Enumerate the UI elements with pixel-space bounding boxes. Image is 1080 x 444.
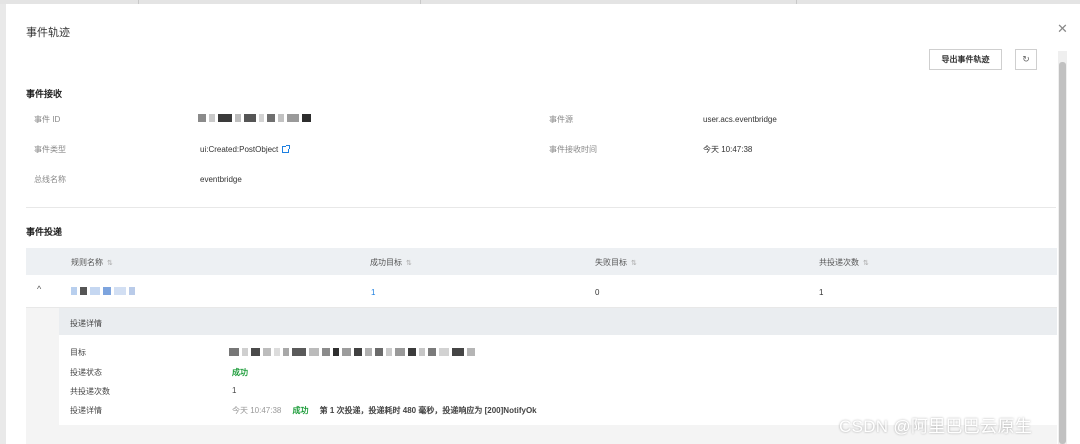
section-title-receive: 事件接收 <box>26 89 63 99</box>
event-source-label: 事件源 <box>549 115 573 124</box>
scrollbar[interactable] <box>1058 51 1067 444</box>
bus-name-value: eventbridge <box>200 175 242 184</box>
sort-icon[interactable]: ⇅ <box>631 260 637 267</box>
target-label: 目标 <box>70 348 86 357</box>
bus-name-label: 总线名称 <box>34 175 66 184</box>
section-divider <box>26 207 1056 208</box>
external-link-icon[interactable] <box>282 145 291 153</box>
detail-ms: 480 <box>402 406 417 415</box>
refresh-button[interactable]: ↻ <box>1015 49 1037 70</box>
count-value: 1 <box>232 386 237 395</box>
detail-time: 今天 10:47:38 <box>232 406 282 415</box>
delivery-detail-title: 投递详情 <box>70 319 102 328</box>
detail-status: 成功 <box>292 406 309 415</box>
success-target-count[interactable]: 1 <box>371 288 375 297</box>
status-label: 投递状态 <box>70 368 102 377</box>
event-trace-dialog: 事件轨迹 ✕ 导出事件轨迹 ↻ 事件接收 事件 ID 事件源 user.acs.… <box>6 4 1080 444</box>
chevron-up-icon[interactable]: ^ <box>37 284 41 294</box>
failed-target-count: 0 <box>595 288 600 297</box>
receive-time-value: 今天 10:47:38 <box>703 145 753 154</box>
detail-suffix: 毫秒，投递响应为 <box>418 406 483 415</box>
section-title-delivery: 事件投递 <box>26 227 63 237</box>
scrollbar-thumb[interactable] <box>1059 62 1066 444</box>
event-type-label: 事件类型 <box>34 145 66 154</box>
column-rule-name[interactable]: 规则名称 ⇅ <box>71 257 113 268</box>
refresh-icon: ↻ <box>1022 54 1030 64</box>
total-delivery-count: 1 <box>819 288 824 297</box>
redacted-event-id <box>198 114 314 123</box>
column-total-deliveries[interactable]: 共投递次数 ⇅ <box>819 257 869 268</box>
event-id-label: 事件 ID <box>34 115 61 124</box>
detail-mid: 次投递，投递耗时 <box>336 406 401 415</box>
event-source-value: user.acs.eventbridge <box>703 115 777 124</box>
column-failed-target[interactable]: 失败目标 ⇅ <box>595 257 637 268</box>
delivery-table-header: 规则名称 ⇅ 成功目标 ⇅ 失败目标 ⇅ 共投递次数 ⇅ <box>26 248 1057 275</box>
count-label: 共投递次数 <box>70 387 110 396</box>
detail-response: [200]NotifyOk <box>484 406 537 415</box>
status-value: 成功 <box>232 368 248 377</box>
dialog-title: 事件轨迹 <box>26 27 70 39</box>
column-success-target[interactable]: 成功目标 ⇅ <box>370 257 412 268</box>
close-icon[interactable]: ✕ <box>1057 22 1068 35</box>
detail-record: 今天 10:47:38 成功 第 1 次投递，投递耗时 480 毫秒，投递响应为… <box>232 405 537 416</box>
detail-prefix: 第 <box>319 406 328 415</box>
detail-nth: 1 <box>329 406 335 415</box>
watermark: CSDN @阿里巴巴云原生 <box>839 417 1033 436</box>
sort-icon[interactable]: ⇅ <box>406 260 412 267</box>
sort-icon[interactable]: ⇅ <box>863 260 869 267</box>
event-type-text: ui:Created:PostObject <box>200 145 279 154</box>
receive-time-label: 事件接收时间 <box>549 145 597 154</box>
table-row[interactable]: ^ 1 0 1 <box>26 275 1057 308</box>
redacted-rule-name-link[interactable] <box>71 287 138 296</box>
event-type-value: ui:Created:PostObject <box>200 145 291 154</box>
delivery-detail-header: 投递详情 <box>59 308 1057 335</box>
detail-label: 投递详情 <box>70 406 102 415</box>
export-trace-button[interactable]: 导出事件轨迹 <box>929 49 1002 70</box>
sort-icon[interactable]: ⇅ <box>107 260 113 267</box>
redacted-target <box>229 348 478 357</box>
